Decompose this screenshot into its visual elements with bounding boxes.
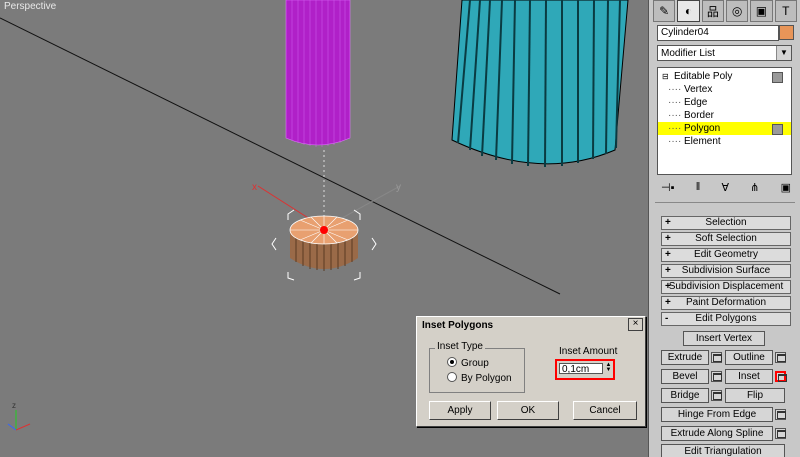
insert-vertex-button[interactable]: Insert Vertex <box>683 331 765 346</box>
bridge-button[interactable]: Bridge <box>661 388 709 403</box>
outline-button[interactable]: Outline <box>725 350 773 365</box>
dialog-title[interactable]: Inset Polygons <box>419 319 643 333</box>
hierarchy-icon[interactable]: 品 <box>701 0 724 22</box>
stack-item-border[interactable]: ···· Border <box>658 109 791 122</box>
rollout-edit-polygons[interactable]: - Edit Polygons <box>661 312 791 326</box>
rollout-panel: + Selection + Soft Selection + Edit Geometr… <box>657 210 793 457</box>
inset-amount-spinner[interactable]: 0,1cm ▲ ▼ <box>555 359 615 380</box>
inset-amount-input[interactable]: 0,1cm <box>559 363 603 375</box>
svg-text:z: z <box>12 401 16 410</box>
rollout-selection[interactable]: + Selection <box>661 216 791 230</box>
cancel-button[interactable]: Cancel <box>573 401 637 420</box>
inset-polygons-dialog: Inset Polygons × Inset Type Group By Pol… <box>416 316 646 427</box>
object-name-field[interactable]: Cylinder04 <box>657 25 779 41</box>
display-icon[interactable]: ▣ <box>750 0 773 22</box>
stack-item-vertex[interactable]: ···· Vertex <box>658 83 791 96</box>
axis-tripod: z <box>7 401 31 431</box>
stack-toolbar: ⊣▪ ‖ ∀ ⋔ ▣ <box>661 181 791 194</box>
pin-stack-icon[interactable]: ⊣▪ <box>661 181 674 194</box>
divider <box>655 202 795 203</box>
stack-item-editable-poly[interactable]: ⊟ Editable Poly <box>658 70 791 83</box>
modify-icon[interactable]: ◐ <box>677 0 700 22</box>
remove-modifier-icon[interactable]: ⋔ <box>750 181 759 194</box>
teal-cylinder[interactable] <box>451 0 629 168</box>
stack-item-element[interactable]: ···· Element <box>658 135 791 148</box>
show-end-result-icon[interactable]: ‖ <box>696 181 701 193</box>
inset-button[interactable]: Inset <box>725 369 773 384</box>
modifier-stack: ⊟ Editable Poly ···· Vertex ···· Edge ··… <box>657 67 792 175</box>
extrude-settings-icon[interactable] <box>711 352 722 363</box>
rollout-subdivision-displacement[interactable]: + Subdivision Displacement <box>661 280 791 294</box>
bridge-settings-icon[interactable] <box>711 390 722 401</box>
selected-cylinder[interactable] <box>289 215 359 271</box>
radio-unselected-icon[interactable] <box>447 372 457 382</box>
inset-settings-icon[interactable] <box>775 371 787 382</box>
inset-amount-label: Inset Amount <box>559 346 618 357</box>
inset-type-label: Inset Type <box>435 341 485 352</box>
edit-triangulation-button[interactable]: Edit Triangulation <box>661 444 785 457</box>
configure-sets-icon[interactable]: ▣ <box>781 181 791 194</box>
stack-toggle-icon[interactable] <box>772 72 783 83</box>
spinner-arrows-icon[interactable]: ▲ ▼ <box>605 362 612 374</box>
apply-button[interactable]: Apply <box>429 401 491 420</box>
utilities-icon[interactable]: T <box>774 0 797 22</box>
stack-toggle-icon[interactable] <box>772 124 783 135</box>
svg-text:y: y <box>396 182 401 193</box>
modifier-list-dropdown[interactable]: Modifier List ▼ <box>657 45 792 61</box>
rollout-paint-deformation[interactable]: + Paint Deformation <box>661 296 791 310</box>
bevel-button[interactable]: Bevel <box>661 369 709 384</box>
bevel-settings-icon[interactable] <box>711 371 722 382</box>
rollout-soft-selection[interactable]: + Soft Selection <box>661 232 791 246</box>
stack-item-edge[interactable]: ···· Edge <box>658 96 791 109</box>
motion-icon[interactable]: ◎ <box>725 0 749 22</box>
inset-type-group <box>429 348 525 393</box>
stack-item-polygon[interactable]: ···· Polygon <box>658 122 791 135</box>
extrude-spline-settings-icon[interactable] <box>775 428 786 439</box>
svg-text:x: x <box>252 182 257 193</box>
command-panel-tabs: ✎ ◐ 品 ◎ ▣ T <box>653 0 797 22</box>
extrude-along-spline-button[interactable]: Extrude Along Spline <box>661 426 773 441</box>
rollout-edit-geometry[interactable]: + Edit Geometry <box>661 248 791 262</box>
hinge-from-edge-button[interactable]: Hinge From Edge <box>661 407 773 422</box>
radio-group[interactable]: Group <box>447 357 489 369</box>
flip-button[interactable]: Flip <box>725 388 785 403</box>
extrude-button[interactable]: Extrude <box>661 350 709 365</box>
object-color-swatch[interactable] <box>779 25 794 40</box>
close-icon[interactable]: × <box>628 318 643 331</box>
command-panel: ✎ ◐ 品 ◎ ▣ T Cylinder04 Modifier List ▼ ⊟… <box>648 0 800 457</box>
radio-selected-icon[interactable] <box>447 357 457 367</box>
purple-cylinder[interactable] <box>285 0 351 147</box>
radio-by-polygon[interactable]: By Polygon <box>447 372 512 384</box>
ok-button[interactable]: OK <box>497 401 559 420</box>
hinge-settings-icon[interactable] <box>775 409 786 420</box>
rollout-subdivision-surface[interactable]: + Subdivision Surface <box>661 264 791 278</box>
make-unique-icon[interactable]: ∀ <box>721 181 729 194</box>
outline-settings-icon[interactable] <box>775 352 786 363</box>
modifier-list-label: Modifier List <box>661 48 715 59</box>
create-icon[interactable]: ✎ <box>653 0 676 22</box>
chevron-down-icon[interactable]: ▼ <box>776 46 791 60</box>
